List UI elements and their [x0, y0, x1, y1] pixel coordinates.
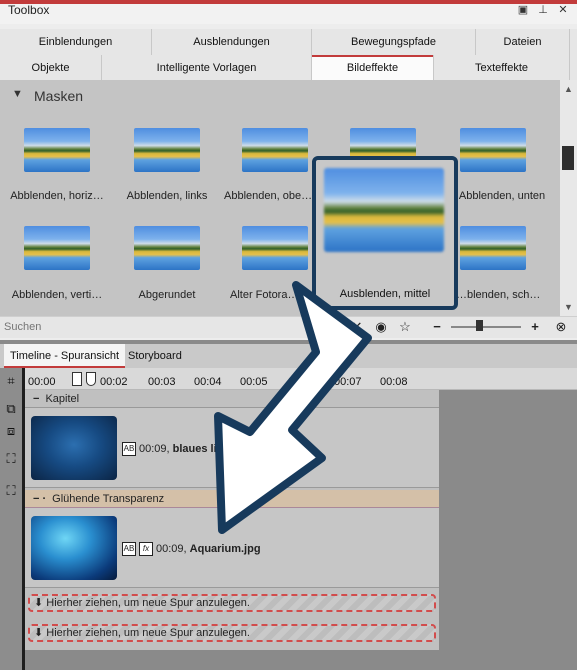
- drop-arrow-icon: ⬇: [34, 597, 47, 609]
- clip-thumbnail[interactable]: [31, 516, 117, 580]
- expand-icon[interactable]: ⛶: [2, 450, 20, 468]
- effect-thumbnail[interactable]: [242, 226, 308, 270]
- tab-texteffekte[interactable]: Texteffekte: [434, 55, 570, 81]
- clip-thumbnail[interactable]: [31, 416, 117, 480]
- zoom-fit-icon[interactable]: ⊗: [552, 318, 570, 336]
- clip-duration: 00:09,: [139, 442, 170, 455]
- effect-label: …blenden, sch…: [456, 289, 541, 301]
- clip-info: AB fx 00:09, Aquarium.jpg: [122, 542, 261, 556]
- scroll-down-icon[interactable]: ▼: [560, 302, 577, 312]
- tab-objekte[interactable]: Objekte: [0, 55, 102, 81]
- effect-thumbnail[interactable]: [242, 128, 308, 172]
- ruler-tick: 00:07: [334, 376, 362, 388]
- drop-arrow-icon: ⬇: [34, 627, 47, 639]
- vertical-scrollbar[interactable]: [560, 80, 577, 316]
- tab-storyboard[interactable]: Storyboard: [122, 344, 188, 368]
- collapse-icon[interactable]: ▼: [12, 88, 23, 100]
- toolbox-titlebar: [0, 4, 577, 24]
- tab-row-bottom: Objekte Intelligente Vorlagen Bildeffekt…: [0, 55, 577, 81]
- effect-label: Abblenden, unten: [458, 190, 546, 202]
- ruler-tick: 00:06: [288, 376, 316, 388]
- tab-timeline-spuransicht[interactable]: Timeline - Spuransicht: [4, 344, 126, 368]
- close-icon[interactable]: ✕: [348, 318, 366, 336]
- tab-intelligente-vorlagen[interactable]: Intelligente Vorlagen: [102, 55, 312, 81]
- tab-bildeffekte[interactable]: Bildeffekte: [312, 55, 434, 81]
- eye-icon[interactable]: ◉: [372, 318, 390, 336]
- tab-row-top: Einblendungen Ausblendungen Bewegungspfa…: [0, 29, 577, 55]
- fx-badge-icon: fx: [139, 542, 153, 556]
- effect-thumbnail[interactable]: [24, 226, 90, 270]
- scrollbar-thumb[interactable]: [562, 146, 574, 170]
- effect-preview-label: Ausblenden, mittel: [339, 288, 431, 300]
- text-badge-icon: AB: [122, 542, 136, 556]
- clip-name: Aquarium.jpg: [189, 542, 261, 555]
- effect-thumbnail[interactable]: [134, 226, 200, 270]
- plus-icon[interactable]: +: [526, 318, 544, 336]
- ruler-tick: 00:05: [240, 376, 268, 388]
- timeline-tabs: Timeline - Spuransicht Storyboard: [0, 344, 577, 368]
- tab-einblendungen[interactable]: Einblendungen: [0, 29, 152, 55]
- group-header[interactable]: − · Glühende Transparenz: [25, 490, 439, 508]
- minus-icon[interactable]: −: [428, 318, 446, 336]
- ruler-tick: 00:00: [28, 376, 56, 388]
- marker-handle[interactable]: [86, 372, 96, 386]
- text-badge-icon: AB: [122, 442, 136, 456]
- drop-zone[interactable]: ⬇ Hierher ziehen, um neue Spur anzulegen…: [28, 624, 436, 642]
- effect-thumbnail[interactable]: [134, 128, 200, 172]
- effect-label: Alter Fotora…: [230, 289, 299, 301]
- drop-zone-label: Hierher ziehen, um neue Spur anzulegen.: [46, 627, 250, 639]
- ruler-tick: 00:04: [194, 376, 222, 388]
- effect-label: Abblenden, obe…: [224, 190, 313, 202]
- section-title: Masken: [34, 88, 84, 104]
- tab-ausblendungen[interactable]: Ausblendungen: [152, 29, 312, 55]
- ruler-tick: 00:02: [100, 376, 128, 388]
- playhead-marker[interactable]: [72, 372, 82, 386]
- clip-name: blaues li…: [172, 442, 228, 455]
- clip-info: AB 00:09, blaues li…: [122, 442, 228, 456]
- ungroup-icon[interactable]: ⧈: [2, 422, 20, 440]
- star-icon[interactable]: ☆: [396, 318, 414, 336]
- fit-icon[interactable]: ⛶: [2, 482, 20, 500]
- group-title: Glühende Transparenz: [52, 493, 165, 505]
- ruler-tick: 00:03: [148, 376, 176, 388]
- effect-thumbnail[interactable]: [460, 128, 526, 172]
- search-input[interactable]: [2, 317, 342, 337]
- scroll-up-icon[interactable]: ▲: [560, 84, 577, 94]
- toolbox-title: Toolbox: [8, 3, 50, 17]
- drop-zone[interactable]: ⬇ Hierher ziehen, um neue Spur anzulegen…: [28, 594, 436, 612]
- effect-preview-image: [324, 168, 444, 252]
- zoom-slider-handle[interactable]: [476, 320, 483, 331]
- effect-label: Abblenden, verti…: [11, 289, 103, 301]
- magnet-icon[interactable]: ⌗: [2, 372, 20, 390]
- effect-thumbnail[interactable]: [460, 226, 526, 270]
- effect-label: Abblenden, horiz…: [10, 190, 104, 202]
- chapter-title: Kapitel: [45, 393, 80, 405]
- pin-icon[interactable]: ⊥: [536, 3, 550, 17]
- group-icon[interactable]: ⧉: [2, 400, 20, 418]
- tab-bewegungspfade[interactable]: Bewegungspfade: [312, 29, 476, 55]
- clip-duration: 00:09,: [156, 542, 187, 555]
- zoom-slider[interactable]: [451, 326, 521, 328]
- close-icon[interactable]: ✕: [556, 3, 570, 17]
- effect-label: Abblenden, links: [126, 190, 208, 202]
- drop-zone-label: Hierher ziehen, um neue Spur anzulegen.: [46, 597, 250, 609]
- effect-label: Abgerundet: [138, 289, 196, 301]
- ruler-tick: 00:08: [380, 376, 408, 388]
- effect-thumbnail[interactable]: [24, 128, 90, 172]
- chapter-header[interactable]: − Kapitel: [25, 390, 439, 408]
- maximize-icon[interactable]: ▣: [516, 3, 530, 17]
- tab-dateien[interactable]: Dateien: [476, 29, 570, 55]
